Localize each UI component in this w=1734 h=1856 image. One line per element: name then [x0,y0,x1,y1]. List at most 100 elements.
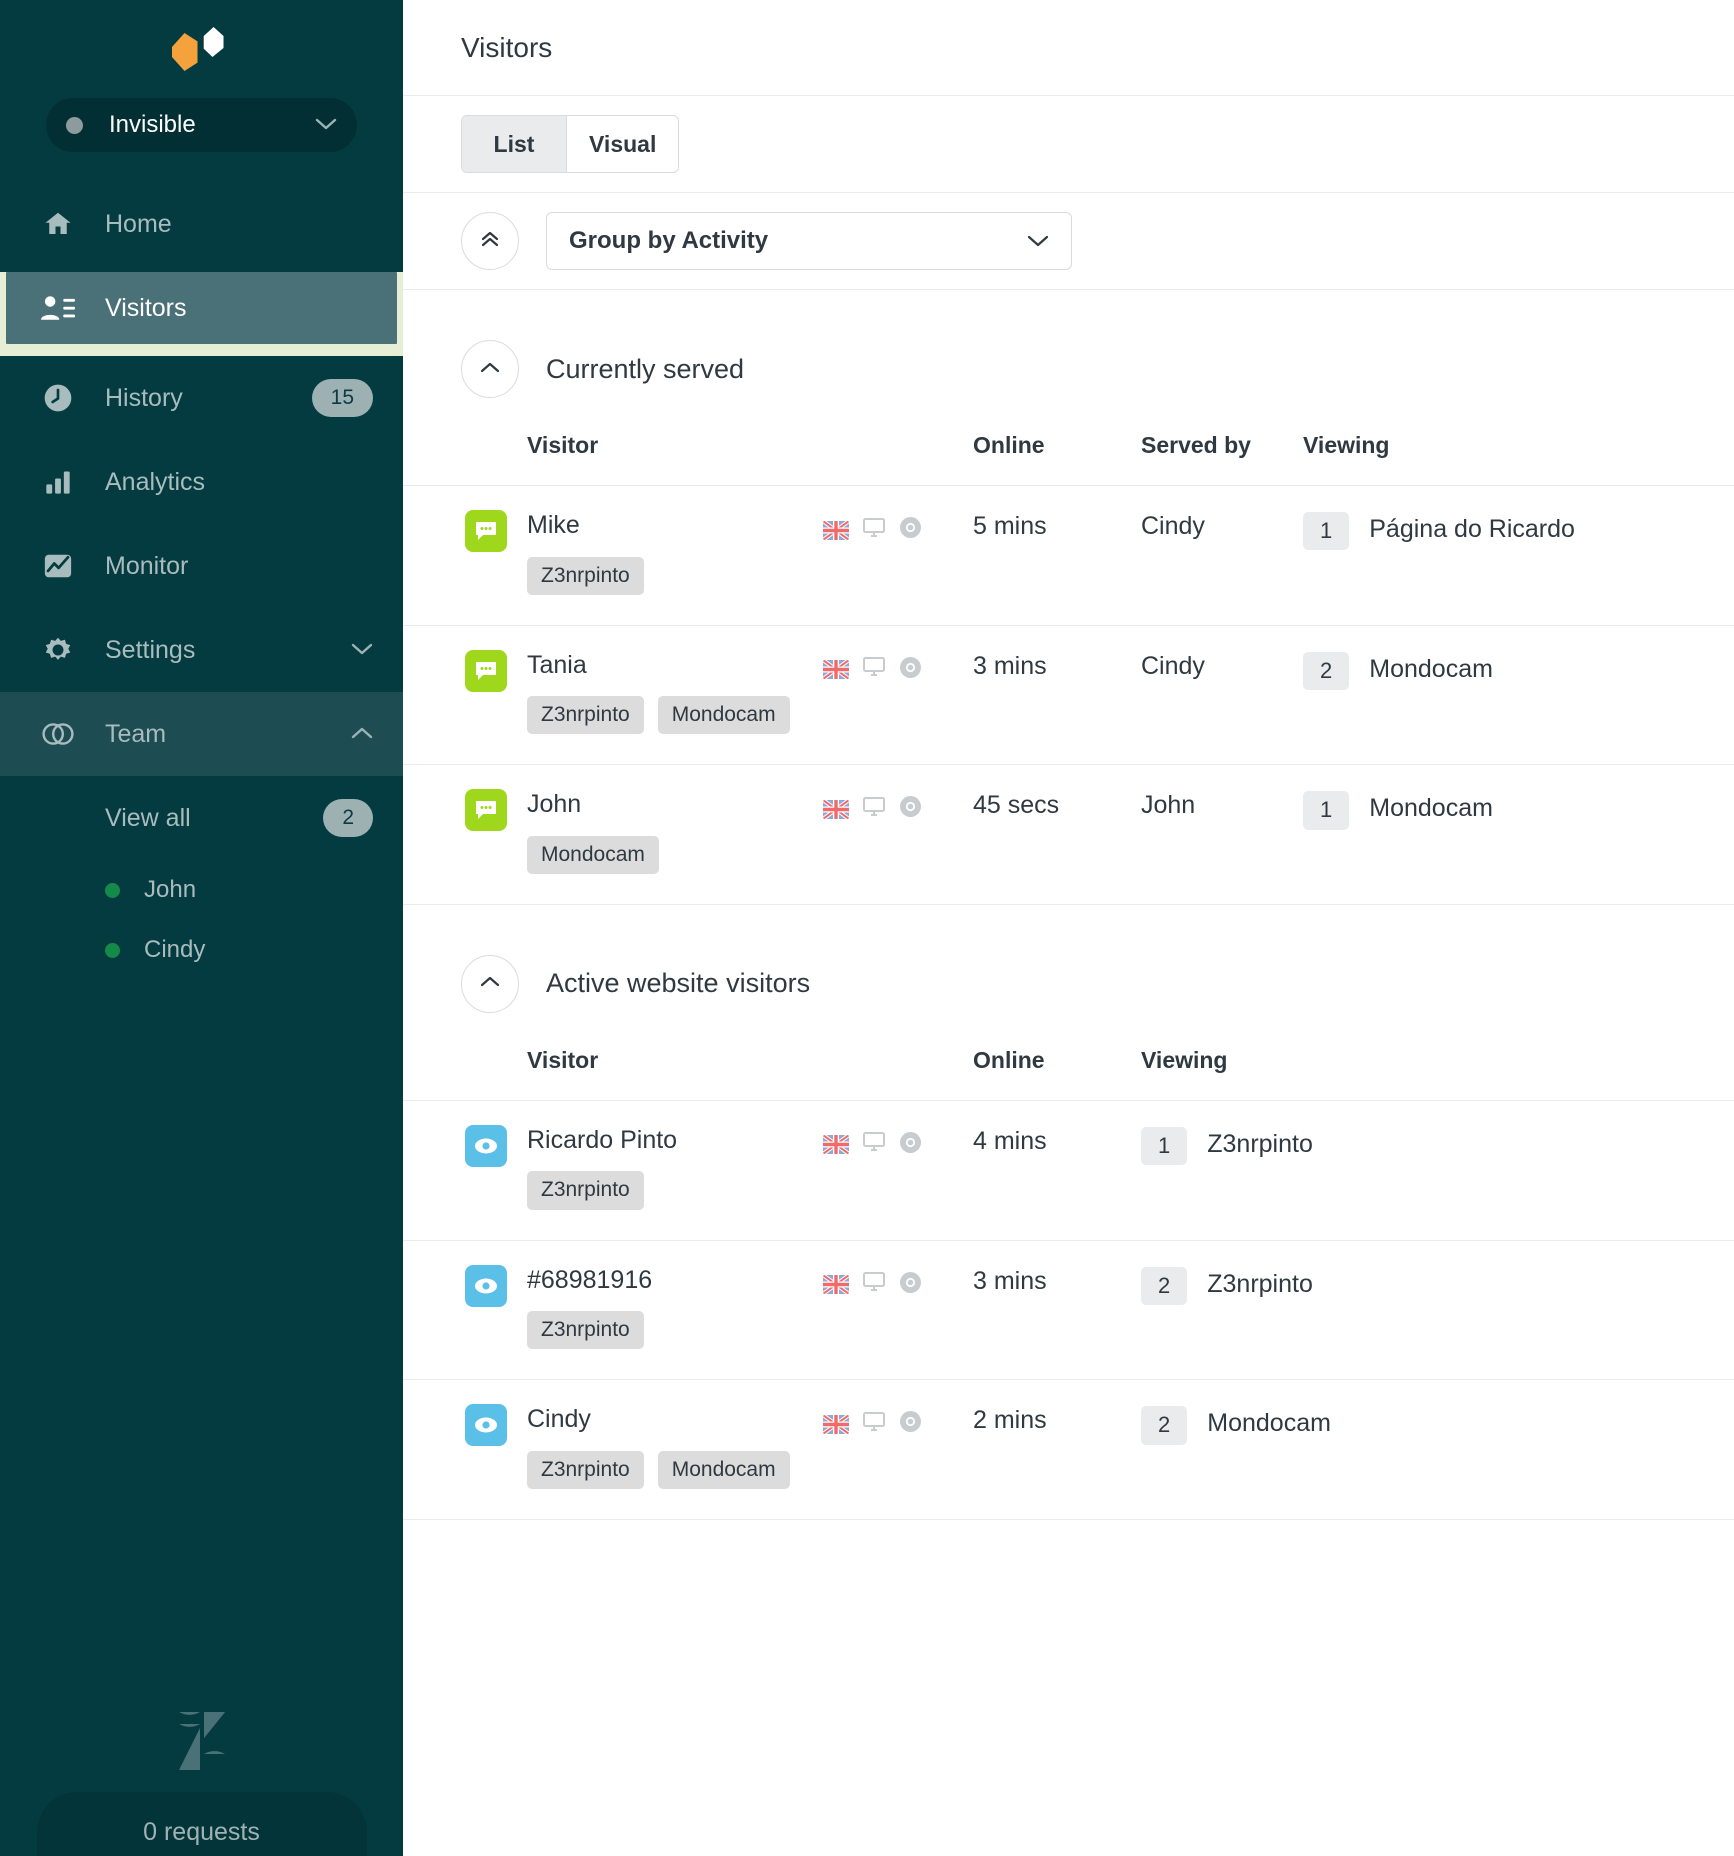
table-row[interactable]: John Mondocam 45 secs John 1 Mondocam [403,765,1734,904]
zendesk-logo [175,1712,229,1770]
status-selector[interactable]: Invisible [46,98,357,152]
uk-flag-icon [823,799,849,819]
served-by: John [1141,791,1196,820]
tab-visual[interactable]: Visual [566,116,679,172]
sidebar-item-label-analytics: Analytics [105,467,206,496]
viewing-count-badge: 1 [1303,512,1350,551]
team-member-cindy[interactable]: Cindy [0,920,403,980]
desktop-icon [862,656,886,683]
visitor-tag: Mondocam [657,1450,790,1489]
online-status-dot-icon [105,882,120,898]
sidebar-item-history[interactable]: History 15 [0,356,403,440]
table-header-row: Visitor Online Served by Viewing [403,432,1734,486]
sidebar-item-label-settings: Settings [105,635,196,664]
sidebar-item-label-home: Home [105,209,172,238]
sidebar-item-monitor[interactable]: Monitor [0,524,403,608]
online-duration: 5 mins [973,485,1141,626]
view-all-count-badge: 2 [323,799,373,837]
section-currently-served: Currently served Visitor Online Served b… [403,290,1734,905]
visitor-tags: Z3nrpinto [527,1311,823,1350]
chat-icon [465,649,507,692]
device-icons [823,512,973,544]
chevron-up-icon [479,360,501,379]
section-title: Active website visitors [546,968,811,999]
section-collapse-button[interactable] [461,954,519,1013]
device-icons [823,1127,973,1159]
chrome-browser-icon [899,1131,922,1159]
team-submenu: View all 2 John Cindy [0,776,403,980]
group-by-select[interactable]: Group by Activity [546,212,1072,270]
content-spacer [403,1519,1734,1856]
app-logo [0,0,403,98]
chevron-down-icon [315,117,337,134]
desktop-icon [862,1271,886,1298]
section-collapse-button[interactable] [461,340,519,398]
sidebar-item-settings[interactable]: Settings [0,608,403,692]
column-header-viewing: Viewing [1141,1046,1734,1101]
chevron-up-icon [479,974,501,993]
status-label: Invisible [109,111,196,138]
online-status-dot-icon [105,942,120,958]
team-member-john[interactable]: John [0,860,403,920]
desktop-icon [862,1411,886,1438]
sidebar-item-analytics[interactable]: Analytics [0,440,403,524]
eye-icon [465,1264,507,1307]
desktop-icon [862,517,886,544]
uk-flag-icon [823,660,849,680]
visitor-tags: Z3nrpinto [527,1171,823,1210]
table-row[interactable]: Ricardo Pinto Z3nrpinto 4 mins 1 Z3nrpin… [403,1100,1734,1241]
history-count-badge: 15 [311,379,373,417]
collapse-all-button[interactable] [461,212,519,270]
online-duration: 3 mins [973,625,1141,766]
uk-flag-icon [823,520,849,540]
chevron-down-icon [1027,227,1049,255]
column-header-viewing: Viewing [1303,432,1734,486]
visitor-tag: Z3nrpinto [527,1450,644,1489]
visitor-name: Tania [527,650,587,679]
device-icons [823,791,973,823]
desktop-icon [862,1131,886,1158]
table-row[interactable]: #68981916 Z3nrpinto 3 mins 2 Z3nrpinto [403,1240,1734,1381]
app-root: Invisible Home Visitors History 15 Analy… [0,0,1734,1856]
gear-icon [38,634,78,666]
visitor-name: John [527,790,582,819]
double-chevron-up-icon [478,228,502,255]
requests-button[interactable]: 0 requests [36,1792,367,1856]
sidebar-item-view-all[interactable]: View all 2 [0,776,403,860]
device-icons [823,652,973,684]
bar-chart-icon [38,468,78,496]
table-row[interactable]: Tania Z3nrpinto Mondocam 3 mins Cindy 2 … [403,625,1734,766]
chrome-browser-icon [899,1410,922,1438]
viewing-page: Z3nrpinto [1207,1129,1313,1158]
group-toolbar: Group by Activity [403,193,1734,290]
visitor-tags: Z3nrpinto Mondocam [527,1450,823,1489]
sidebar-item-label-visitors: Visitors [105,293,187,322]
chrome-browser-icon [899,656,922,684]
sidebar-item-visitors[interactable]: Visitors [0,272,403,356]
sidebar-item-label-history: History [105,383,183,412]
visitor-name: Ricardo Pinto [527,1125,678,1154]
requests-label: 0 requests [143,1817,260,1846]
visitor-tag: Z3nrpinto [527,1171,644,1210]
group-by-value: Group by Activity [569,227,769,254]
column-header-devices [823,1046,973,1101]
home-icon [38,209,78,239]
logo-diamond-orange-icon [171,33,198,71]
table-row[interactable]: Mike Z3nrpinto 5 mins Cindy 1 Página do … [403,485,1734,626]
viewing-count-badge: 2 [1141,1266,1188,1305]
visitors-icon [38,294,78,322]
active-visitors-table: Visitor Online Viewing Ricardo Pinto Z3n… [403,1046,1734,1519]
uk-flag-icon [823,1135,849,1155]
visitor-tag: Z3nrpinto [527,696,644,735]
currently-served-table: Visitor Online Served by Viewing Mike Z3… [403,432,1734,904]
chevron-up-icon-team [351,726,373,743]
column-header-online: Online [973,1046,1141,1101]
sidebar-item-home[interactable]: Home [0,182,403,266]
page-header: Visitors [403,0,1734,96]
chrome-browser-icon [899,795,922,823]
online-duration: 45 secs [973,791,1060,820]
table-row[interactable]: Cindy Z3nrpinto Mondocam 2 mins 2 Mondoc… [403,1380,1734,1519]
column-header-devices [823,432,973,486]
sidebar-item-team[interactable]: Team [0,692,403,776]
tab-list[interactable]: List [462,116,566,172]
